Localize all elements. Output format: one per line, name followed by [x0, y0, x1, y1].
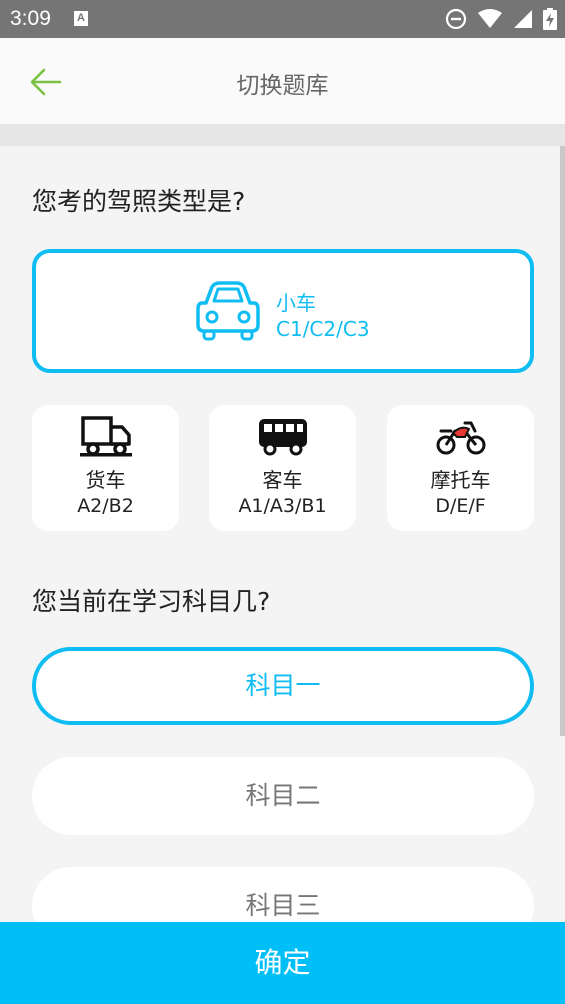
license-option-bus[interactable]: 客车 A1/A3/B1: [209, 405, 356, 531]
truck-icon: [80, 416, 132, 457]
signal-icon: [514, 10, 532, 28]
license-option-truck[interactable]: 货车 A2/B2: [32, 405, 179, 531]
wifi-icon: [478, 9, 502, 28]
car-icon: [196, 281, 260, 341]
bus-icon: [259, 419, 307, 456]
license-option-name: 货车: [85, 468, 126, 492]
license-option-car[interactable]: 小车 C1/C2/C3: [32, 249, 534, 373]
license-option-name: 小车: [276, 291, 316, 315]
license-option-name: 客车: [262, 468, 303, 492]
confirm-button[interactable]: 确定: [0, 922, 565, 1004]
license-option-codes: A1/A3/B1: [238, 495, 327, 517]
scrollbar[interactable]: [560, 146, 565, 736]
page-title: 切换题库: [236, 73, 329, 99]
license-option-codes: D/E/F: [435, 495, 486, 517]
do-not-disturb-icon: [445, 8, 467, 30]
license-option-name: 摩托车: [430, 468, 491, 492]
license-option-codes: C1/C2/C3: [276, 317, 370, 341]
license-option-motorcycle[interactable]: 摩托车 D/E/F: [387, 405, 534, 531]
motorcycle-icon: [436, 421, 486, 455]
status-bar: 3:09 A: [0, 0, 565, 38]
status-icons: [445, 8, 557, 30]
subject-question: 您当前在学习科目几?: [32, 587, 271, 616]
divider-band: [0, 124, 565, 146]
app-bar: 切换题库: [0, 38, 565, 124]
subject-option-3[interactable]: 科目三: [32, 867, 534, 922]
license-option-codes: A2/B2: [77, 495, 134, 517]
battery-charging-icon: [543, 8, 557, 30]
notification-app-icon: A: [74, 11, 88, 26]
license-type-question: 您考的驾照类型是?: [32, 187, 246, 216]
status-time: 3:09: [10, 7, 51, 30]
subject-option-2[interactable]: 科目二: [32, 757, 534, 835]
content-area[interactable]: 您考的驾照类型是? 小车 C1/C2/C3 货车 A2/B2 客车 A1/A3/…: [0, 146, 565, 922]
subject-option-1[interactable]: 科目一: [32, 647, 534, 725]
